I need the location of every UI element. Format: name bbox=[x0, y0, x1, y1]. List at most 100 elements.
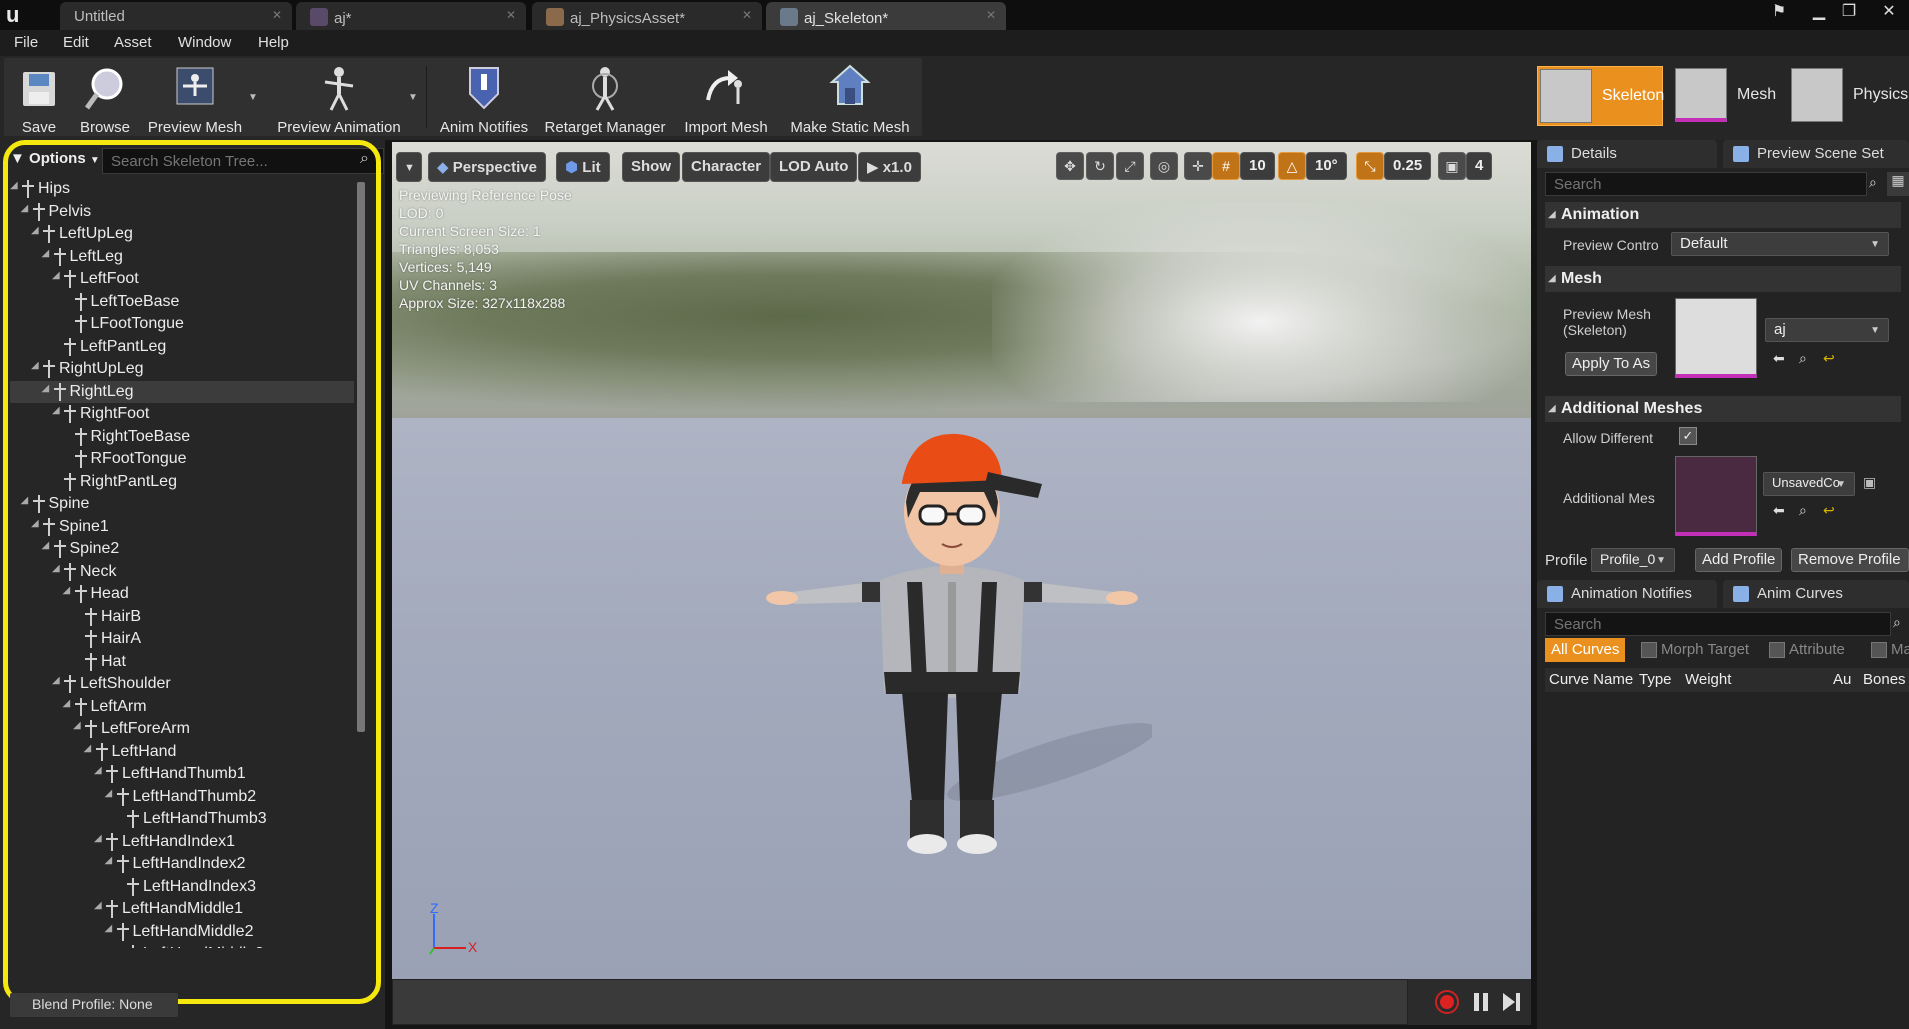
reset-icon[interactable]: ↩ bbox=[1823, 350, 1835, 367]
bone-row[interactable]: HairB bbox=[10, 606, 354, 629]
search-icon[interactable]: ⌕ bbox=[360, 150, 369, 168]
bone-row[interactable]: ◢ LeftHandIndex2 bbox=[10, 853, 354, 876]
skeleton-tree-search-input[interactable] bbox=[102, 148, 384, 174]
category-animation[interactable]: ◢ Animation bbox=[1545, 202, 1901, 228]
mode-tab-physics[interactable]: Physics bbox=[1789, 66, 1909, 126]
tree-scrollbar[interactable] bbox=[357, 182, 365, 732]
bone-row[interactable]: ◢ LeftLeg bbox=[10, 246, 354, 269]
view-options-icon[interactable]: ▦ bbox=[1887, 172, 1909, 196]
scale-icon[interactable]: ⤢ bbox=[1116, 152, 1144, 180]
expand-arrow-icon[interactable]: ◢ bbox=[52, 675, 60, 686]
preview-animation-button[interactable]: Preview Animation bbox=[270, 58, 408, 136]
use-selected-icon[interactable]: ⬅ bbox=[1773, 350, 1785, 367]
bone-row[interactable]: ◢ Spine2 bbox=[10, 538, 354, 561]
bone-row[interactable]: ◢ RightLeg bbox=[10, 380, 354, 403]
world-local-icon[interactable]: ◎ bbox=[1150, 152, 1178, 180]
scale-snap-icon[interactable]: ⤡ bbox=[1356, 152, 1384, 180]
reset-icon[interactable]: ↩ bbox=[1823, 502, 1835, 519]
menu-window[interactable]: Window bbox=[178, 34, 231, 51]
retarget-manager-button[interactable]: Retarget Manager bbox=[540, 58, 670, 136]
bone-row[interactable]: ◢ LeftArm bbox=[10, 696, 354, 719]
grid-snap-icon[interactable]: # bbox=[1212, 152, 1240, 180]
preview-mesh-thumbnail[interactable] bbox=[1675, 298, 1757, 378]
expand-arrow-icon[interactable]: ◢ bbox=[31, 518, 39, 529]
preview-animation-dropdown-icon[interactable]: ▼ bbox=[408, 92, 418, 103]
doc-tab-aj[interactable]: aj* ✕ bbox=[296, 2, 526, 30]
doc-tab-skeleton[interactable]: aj_Skeleton* ✕ bbox=[766, 2, 1006, 30]
all-curves-filter[interactable]: All Curves bbox=[1545, 638, 1626, 662]
bone-row[interactable]: ◢ Spine1 bbox=[10, 516, 354, 539]
bone-row[interactable]: ◢ LeftHandMiddle1 bbox=[10, 898, 354, 921]
minimize-icon[interactable]: ▁ bbox=[1806, 2, 1832, 22]
category-mesh[interactable]: ◢ Mesh bbox=[1545, 266, 1901, 292]
bone-row[interactable]: LeftPantLeg bbox=[10, 336, 354, 359]
material-filter[interactable]: Ma bbox=[1869, 638, 1909, 662]
curves-search-input[interactable] bbox=[1545, 612, 1891, 636]
search-icon[interactable]: ⌕ bbox=[1869, 174, 1877, 191]
bone-row[interactable]: ◢ LeftShoulder bbox=[10, 673, 354, 696]
bone-row[interactable]: ◢ LeftFoot bbox=[10, 268, 354, 291]
expand-arrow-icon[interactable]: ◢ bbox=[31, 225, 39, 236]
bone-row[interactable]: LeftToeBase bbox=[10, 291, 354, 314]
playback-speed-button[interactable]: ▶ x1.0 bbox=[858, 152, 921, 182]
timeline-track[interactable] bbox=[392, 979, 1408, 1025]
expand-arrow-icon[interactable]: ◢ bbox=[52, 405, 60, 416]
expand-arrow-icon[interactable]: ◢ bbox=[52, 270, 60, 281]
expand-arrow-icon[interactable]: ◢ bbox=[42, 248, 50, 259]
expand-arrow-icon[interactable]: ◢ bbox=[105, 788, 113, 799]
surface-snap-icon[interactable]: ✛ bbox=[1184, 152, 1212, 180]
bone-row[interactable]: LeftHandMiddle3 bbox=[10, 943, 354, 948]
bone-row[interactable]: LFootTongue bbox=[10, 313, 354, 336]
tab-anim-curves[interactable]: Anim Curves bbox=[1723, 580, 1909, 608]
expand-arrow-icon[interactable]: ◢ bbox=[94, 900, 102, 911]
expand-arrow-icon[interactable]: ◢ bbox=[105, 923, 113, 934]
scale-snap-value[interactable]: 0.25 bbox=[1384, 152, 1432, 180]
add-profile-button[interactable]: Add Profile bbox=[1695, 548, 1783, 572]
bone-row[interactable]: HairA bbox=[10, 628, 354, 651]
make-static-mesh-button[interactable]: Make Static Mesh bbox=[782, 58, 918, 136]
preview-mesh-dropdown-icon[interactable]: ▼ bbox=[248, 92, 258, 103]
record-icon[interactable] bbox=[1434, 989, 1460, 1015]
mode-tab-mesh[interactable]: Mesh bbox=[1673, 66, 1783, 126]
column-type[interactable]: Type bbox=[1639, 671, 1672, 688]
rotation-snap-icon[interactable]: △ bbox=[1278, 152, 1306, 180]
close-icon[interactable]: ✕ bbox=[272, 8, 282, 22]
character-model[interactable] bbox=[752, 432, 1152, 892]
expand-arrow-icon[interactable]: ◢ bbox=[42, 540, 50, 551]
details-search-input[interactable] bbox=[1545, 172, 1867, 196]
bone-row[interactable]: ◢ Head bbox=[10, 583, 354, 606]
expand-arrow-icon[interactable]: ◢ bbox=[52, 563, 60, 574]
menu-file[interactable]: File bbox=[14, 34, 38, 51]
doc-tab-physics-asset[interactable]: aj_PhysicsAsset* ✕ bbox=[532, 2, 762, 30]
bone-row[interactable]: ◢ LeftHandThumb2 bbox=[10, 786, 354, 809]
bone-row[interactable]: ◢ LeftForeArm bbox=[10, 718, 354, 741]
bone-row[interactable]: ◢ LeftHand bbox=[10, 741, 354, 764]
perspective-button[interactable]: ◆ Perspective bbox=[428, 152, 546, 182]
bone-row[interactable]: RightPantLeg bbox=[10, 471, 354, 494]
translate-icon[interactable]: ✥ bbox=[1056, 152, 1084, 180]
character-button[interactable]: Character bbox=[682, 152, 771, 182]
expand-arrow-icon[interactable]: ◢ bbox=[73, 720, 81, 731]
browse-icon[interactable]: ⌕ bbox=[1799, 350, 1807, 367]
allow-different-checkbox[interactable]: ✓ bbox=[1679, 427, 1697, 445]
menu-help[interactable]: Help bbox=[258, 34, 289, 51]
remove-profile-button[interactable]: Remove Profile bbox=[1791, 548, 1909, 572]
step-forward-icon[interactable] bbox=[1498, 989, 1524, 1015]
search-icon[interactable]: ⌕ bbox=[1893, 614, 1901, 631]
tab-preview-scene[interactable]: Preview Scene Set bbox=[1723, 140, 1909, 168]
tab-details[interactable]: Details bbox=[1537, 140, 1717, 168]
bone-row[interactable]: ◢ LeftHandThumb1 bbox=[10, 763, 354, 786]
rotation-snap-value[interactable]: 10° bbox=[1306, 152, 1347, 180]
browse-button[interactable]: Browse bbox=[74, 58, 136, 136]
bone-row[interactable]: LeftHandIndex3 bbox=[10, 876, 354, 899]
close-icon[interactable]: ✕ bbox=[742, 8, 752, 22]
menu-asset[interactable]: Asset bbox=[114, 34, 152, 51]
feedback-icon[interactable]: ⚑ bbox=[1766, 2, 1792, 22]
viewport-options-button[interactable]: ▼ bbox=[396, 152, 422, 182]
column-auto[interactable]: Au bbox=[1833, 671, 1851, 688]
show-button[interactable]: Show bbox=[622, 152, 680, 182]
column-weight[interactable]: Weight bbox=[1685, 671, 1731, 688]
apply-to-asset-button[interactable]: Apply To As bbox=[1565, 352, 1658, 376]
anim-notifies-button[interactable]: Anim Notifies bbox=[432, 58, 536, 136]
lit-button[interactable]: ⬢ Lit bbox=[556, 152, 610, 182]
